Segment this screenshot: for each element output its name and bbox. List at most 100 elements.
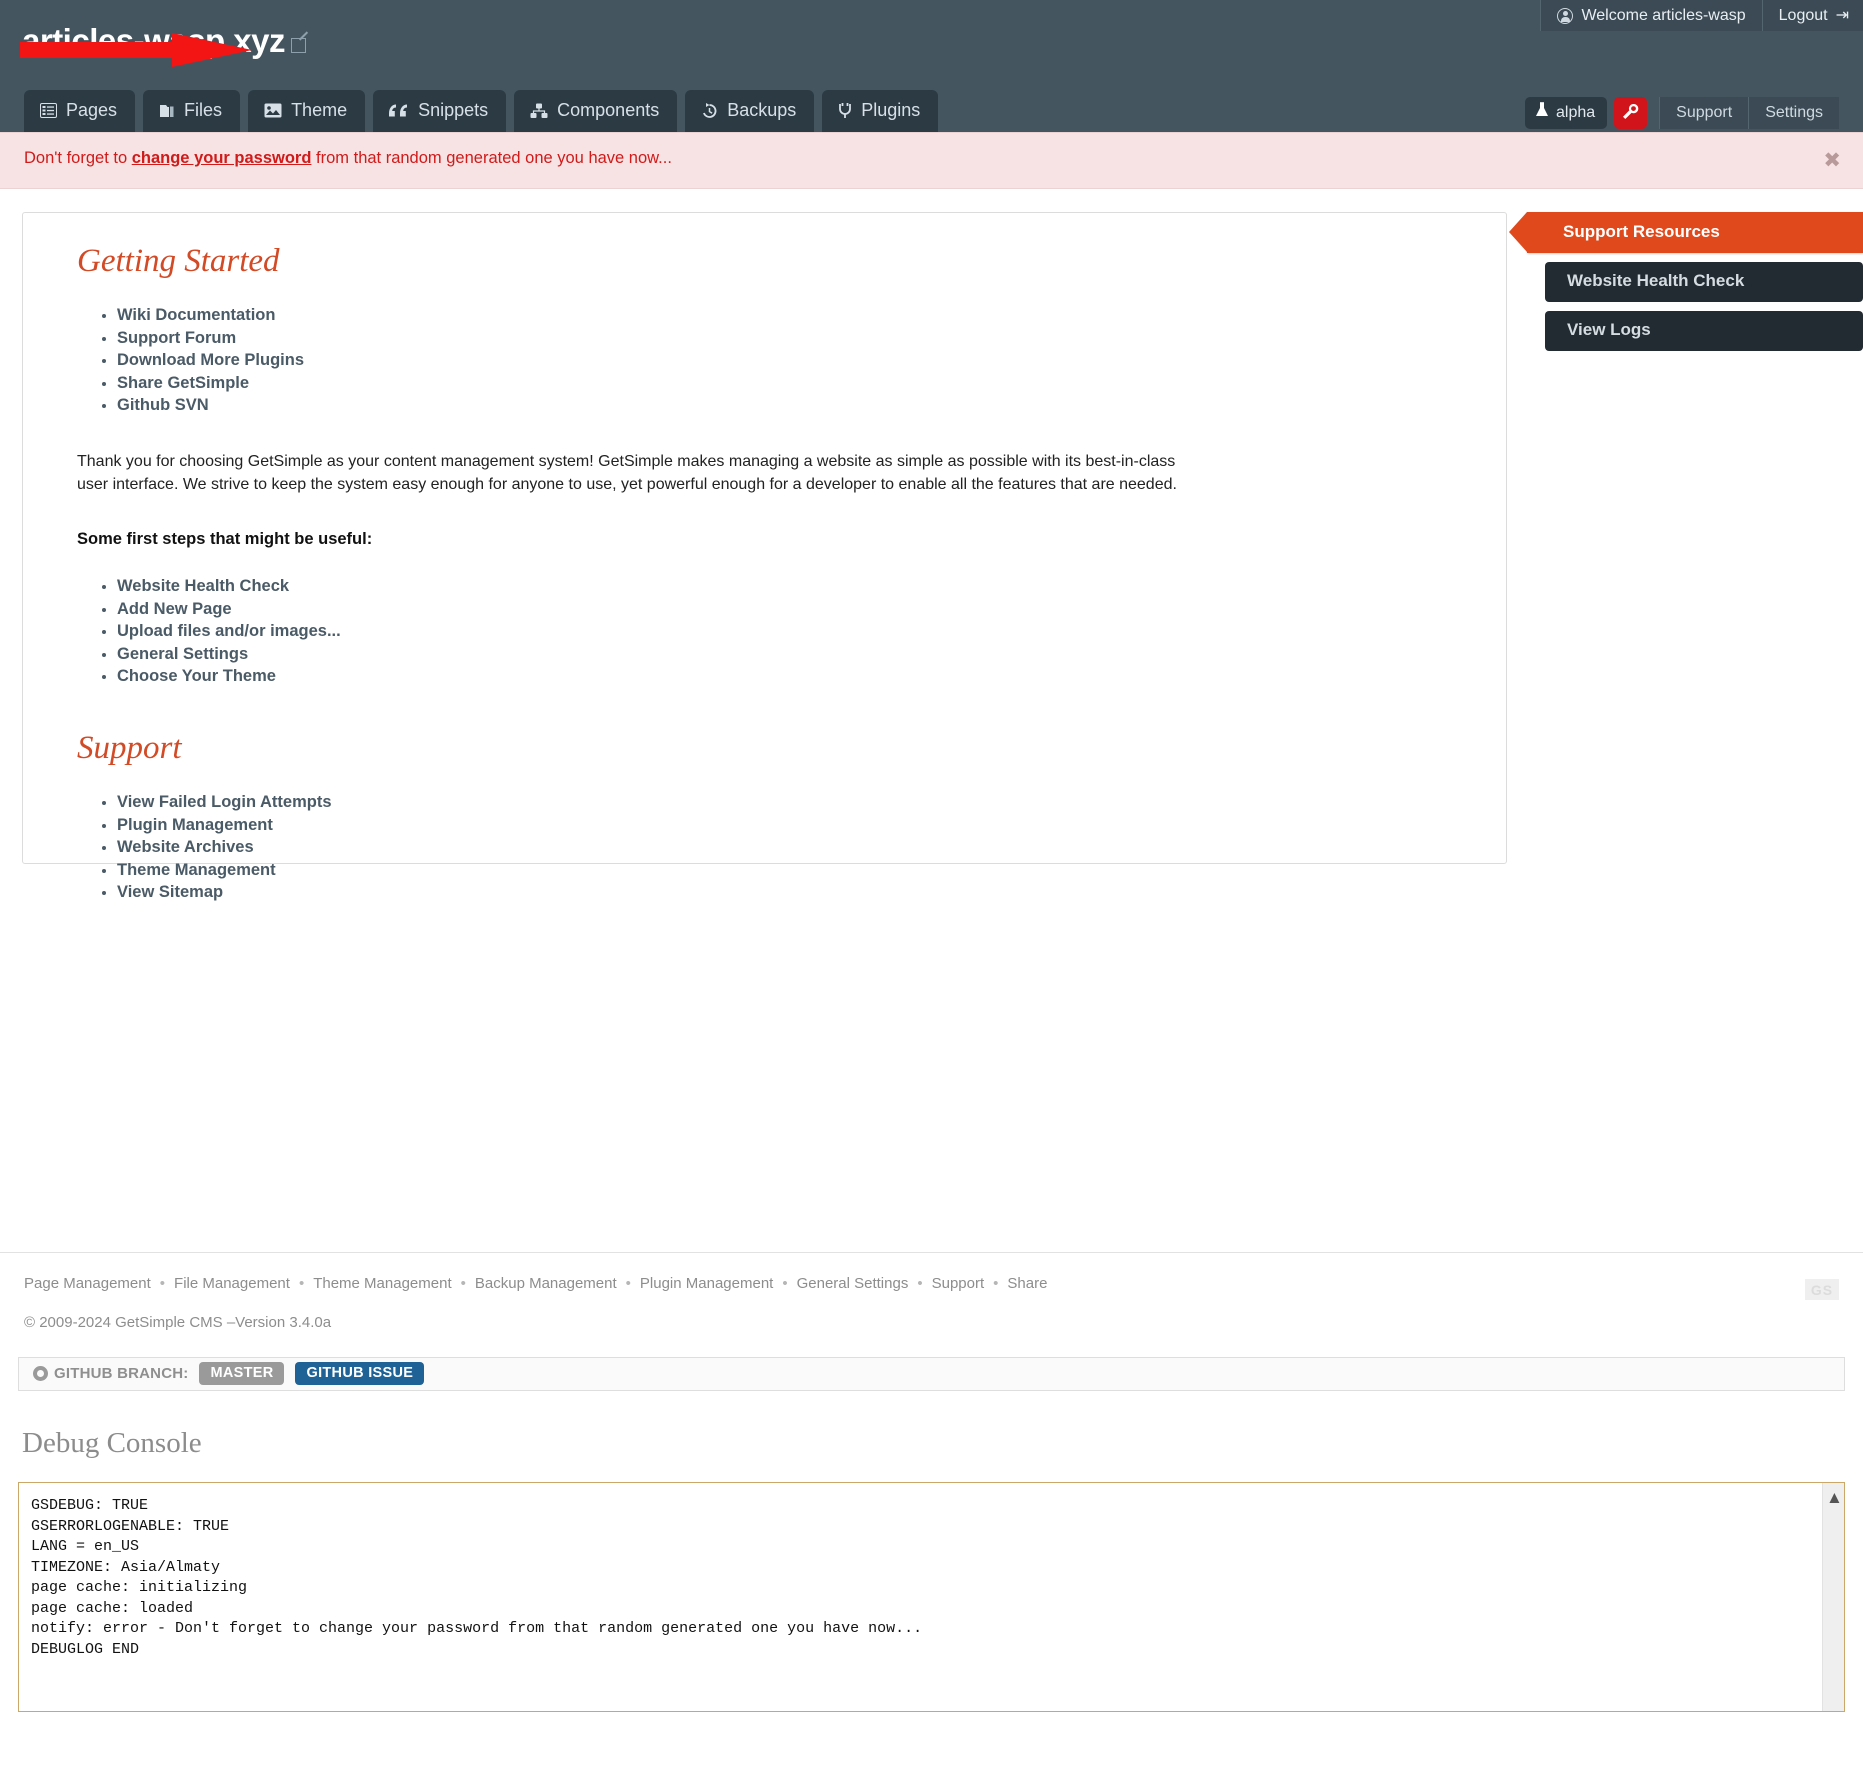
external-edit-icon[interactable] (290, 38, 306, 53)
main-content-area: Getting Started Wiki Documentation Suppo… (0, 189, 1863, 1252)
link-website-archives[interactable]: Website Archives (117, 838, 254, 856)
link-general-settings[interactable]: General Settings (117, 645, 248, 663)
list-item: Wiki Documentation (117, 306, 1506, 325)
nav-tab-label: Components (557, 100, 660, 120)
nav-tab-plugins[interactable]: Plugins (822, 90, 939, 132)
welcome-label: Welcome articles-wasp (1581, 6, 1746, 24)
getting-started-heading: Getting Started (77, 243, 280, 279)
alert-message: Don't forget to change your password fro… (24, 149, 1839, 168)
main-navigation: Pages Files Theme Snippets Components Ba… (0, 86, 1863, 132)
sidebar-header: Support Resources (1509, 212, 1863, 253)
getting-started-list: Wiki Documentation Support Forum Downloa… (77, 306, 1506, 415)
branch-badge: MASTER (199, 1362, 285, 1385)
image-icon (264, 103, 282, 118)
github-branch-label: GITHUB BRANCH: (54, 1365, 189, 1382)
wrench-button[interactable] (1614, 97, 1648, 129)
link-upload-files[interactable]: Upload files and/or images... (117, 622, 341, 640)
nav-settings-link[interactable]: Settings (1748, 97, 1839, 129)
nav-tab-files[interactable]: Files (143, 90, 241, 132)
logout-label: Logout (1778, 6, 1828, 24)
user-bar: Welcome articles-wasp Logout ⇥ (1540, 0, 1863, 31)
support-list: View Failed Login Attempts Plugin Manage… (77, 793, 1506, 902)
link-plugin-management[interactable]: Plugin Management (117, 816, 273, 834)
user-circle-icon (1557, 7, 1574, 24)
footer-link-general-settings[interactable]: General Settings (797, 1275, 909, 1292)
list-item: Choose Your Theme (117, 667, 1506, 686)
wrench-icon (1622, 103, 1639, 124)
link-view-failed-login-attempts[interactable]: View Failed Login Attempts (117, 793, 332, 811)
link-choose-your-theme[interactable]: Choose Your Theme (117, 667, 276, 685)
flask-icon (1535, 102, 1549, 123)
first-steps-list: Website Health Check Add New Page Upload… (77, 577, 1506, 686)
footer-link-share[interactable]: Share (1007, 1275, 1047, 1292)
nav-tab-theme[interactable]: Theme (248, 90, 366, 132)
nav-support-link[interactable]: Support (1659, 97, 1749, 129)
nav-right-group: alpha Support Settings (1524, 97, 1839, 132)
components-icon (530, 103, 548, 119)
link-view-sitemap[interactable]: View Sitemap (117, 883, 223, 901)
password-alert-banner: Don't forget to change your password fro… (0, 132, 1863, 189)
debug-console-title: Debug Console (22, 1427, 202, 1459)
list-item: Github SVN (117, 396, 1506, 415)
nav-tab-label: Files (184, 100, 223, 120)
alpha-label: alpha (1555, 103, 1596, 121)
footer-link-page-management[interactable]: Page Management (24, 1275, 151, 1292)
dashboard-card: Getting Started Wiki Documentation Suppo… (22, 212, 1507, 901)
list-item: View Failed Login Attempts (117, 793, 1506, 812)
github-branch-label-group: GITHUB BRANCH: (33, 1365, 188, 1382)
debug-console-scrollbar[interactable]: ▲ (1822, 1483, 1844, 1711)
nav-tab-backups[interactable]: Backups (685, 90, 815, 132)
link-add-new-page[interactable]: Add New Page (117, 600, 232, 618)
list-item: General Settings (117, 645, 1506, 664)
site-title-group[interactable]: articles-wasp.xyz (22, 22, 306, 60)
footer-link-plugin-management[interactable]: Plugin Management (640, 1275, 773, 1292)
nav-tab-pages[interactable]: Pages (24, 90, 136, 132)
plug-icon (838, 102, 852, 119)
nav-tab-snippets[interactable]: Snippets (373, 90, 507, 132)
link-share-getsimple[interactable]: Share GetSimple (117, 374, 249, 392)
close-icon[interactable]: ✖ (1823, 150, 1841, 171)
history-icon (701, 102, 718, 119)
github-branch-bar: GITHUB BRANCH: MASTER GITHUB ISSUE (18, 1357, 1845, 1391)
nav-tab-label: Backups (727, 100, 797, 120)
welcome-user[interactable]: Welcome articles-wasp (1540, 0, 1762, 31)
logout-icon: ⇥ (1835, 6, 1849, 24)
list-item: Theme Management (117, 861, 1506, 880)
link-download-more-plugins[interactable]: Download More Plugins (117, 351, 304, 369)
change-password-link[interactable]: change your password (132, 149, 312, 167)
alpha-badge[interactable]: alpha (1524, 97, 1608, 129)
pages-icon (40, 103, 57, 118)
separator-dot: • (460, 1275, 466, 1292)
separator-dot: • (917, 1275, 923, 1292)
github-issue-button[interactable]: GITHUB ISSUE (295, 1362, 425, 1385)
separator-dot: • (625, 1275, 631, 1292)
link-website-health-check[interactable]: Website Health Check (117, 577, 289, 595)
logout-button[interactable]: Logout ⇥ (1761, 0, 1863, 31)
copyright-text: © 2009-2024 GetSimple CMS –Version 3.4.0… (24, 1314, 332, 1331)
list-item: Upload files and/or images... (117, 622, 1506, 641)
footer-link-backup-management[interactable]: Backup Management (475, 1275, 617, 1292)
footer-link-file-management[interactable]: File Management (174, 1275, 290, 1292)
separator-dot: • (298, 1275, 305, 1292)
nav-tab-label: Pages (66, 100, 118, 120)
list-item: Plugin Management (117, 816, 1506, 835)
link-wiki-documentation[interactable]: Wiki Documentation (117, 306, 275, 324)
list-item: Website Health Check (117, 577, 1506, 596)
nav-tab-components[interactable]: Components (514, 90, 678, 132)
footer-links: Page Management • File Management • Theme Ma… (24, 1275, 1839, 1292)
sidebar-item-view-logs[interactable]: View Logs (1545, 311, 1863, 351)
sidebar-item-website-health-check[interactable]: Website Health Check (1545, 262, 1863, 302)
link-theme-management[interactable]: Theme Management (117, 861, 276, 879)
list-item: Download More Plugins (117, 351, 1506, 370)
nav-tab-label: Snippets (418, 100, 489, 120)
nav-tab-label: Theme (291, 100, 348, 120)
link-github-svn[interactable]: Github SVN (117, 396, 209, 414)
chevron-up-icon[interactable]: ▲ (1826, 1489, 1843, 1506)
footer-link-theme-management[interactable]: Theme Management (313, 1275, 451, 1292)
list-item: Website Archives (117, 838, 1506, 857)
footer-link-support[interactable]: Support (932, 1275, 985, 1292)
top-header-bar: Welcome articles-wasp Logout ⇥ articles-… (0, 0, 1863, 132)
first-steps-heading: Some first steps that might be useful: (77, 530, 373, 549)
link-support-forum[interactable]: Support Forum (117, 329, 236, 347)
intro-paragraph: Thank you for choosing GetSimple as your… (77, 453, 1177, 493)
